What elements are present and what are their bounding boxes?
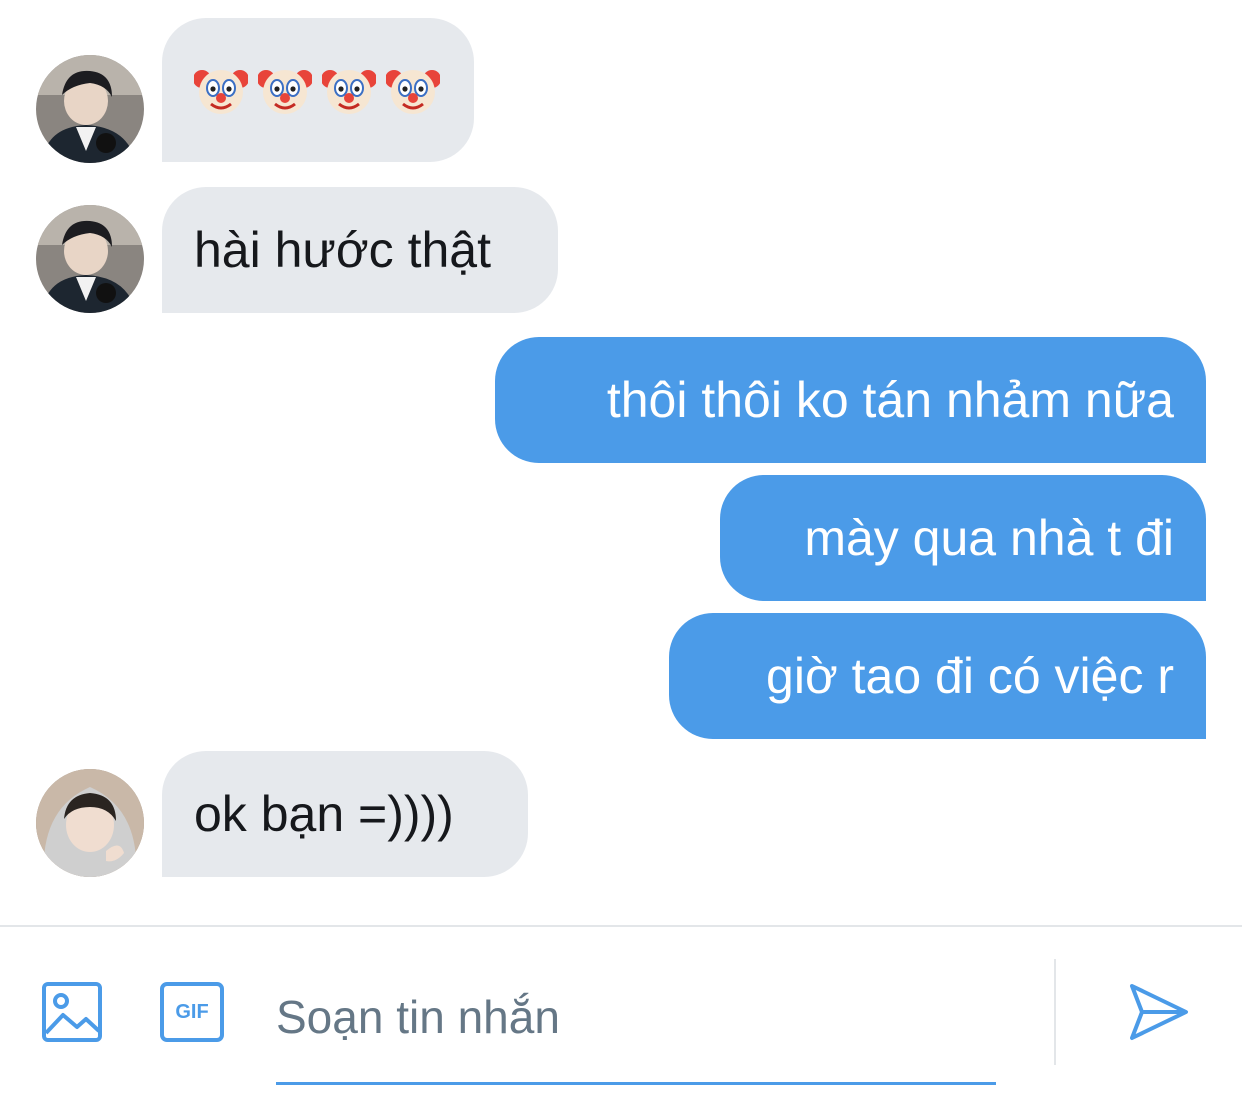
clown-face-emoji: [258, 70, 312, 114]
message-bubble-incoming[interactable]: hài hước thật: [162, 187, 558, 313]
emoji-row: [194, 63, 440, 117]
avatar[interactable]: [36, 205, 144, 313]
conversation-thread: hài hước thật thôi thôi ko tán nhảm nữa …: [0, 0, 1242, 925]
message-bubble-outgoing[interactable]: mày qua nhà t đi: [720, 475, 1206, 601]
avatar-photo-user-a: [36, 205, 144, 313]
clown-face-emoji: [386, 70, 440, 114]
send-button[interactable]: [1118, 975, 1198, 1049]
message-bubble-incoming[interactable]: [162, 18, 474, 162]
image-icon: [42, 982, 102, 1042]
clown-face-emoji: [322, 70, 376, 114]
send-icon: [1130, 984, 1188, 1040]
gif-label: GIF: [175, 1000, 209, 1023]
avatar[interactable]: [36, 55, 144, 163]
avatar[interactable]: [36, 769, 144, 877]
message-composer: GIF: [0, 927, 1242, 1095]
gif-button[interactable]: GIF: [154, 977, 230, 1047]
avatar-photo-user-a: [36, 55, 144, 163]
message-bubble-incoming[interactable]: ok bạn =)))): [162, 751, 528, 877]
avatar-photo-user-b: [36, 769, 144, 877]
message-bubble-outgoing[interactable]: giờ tao đi có việc r: [669, 613, 1206, 739]
message-bubble-outgoing[interactable]: thôi thôi ko tán nhảm nữa: [495, 337, 1206, 463]
message-input[interactable]: [276, 987, 976, 1047]
image-button[interactable]: [34, 977, 110, 1047]
message-input-wrapper: [276, 967, 996, 1085]
clown-face-emoji: [194, 70, 248, 114]
composer-separator: [1054, 959, 1056, 1065]
